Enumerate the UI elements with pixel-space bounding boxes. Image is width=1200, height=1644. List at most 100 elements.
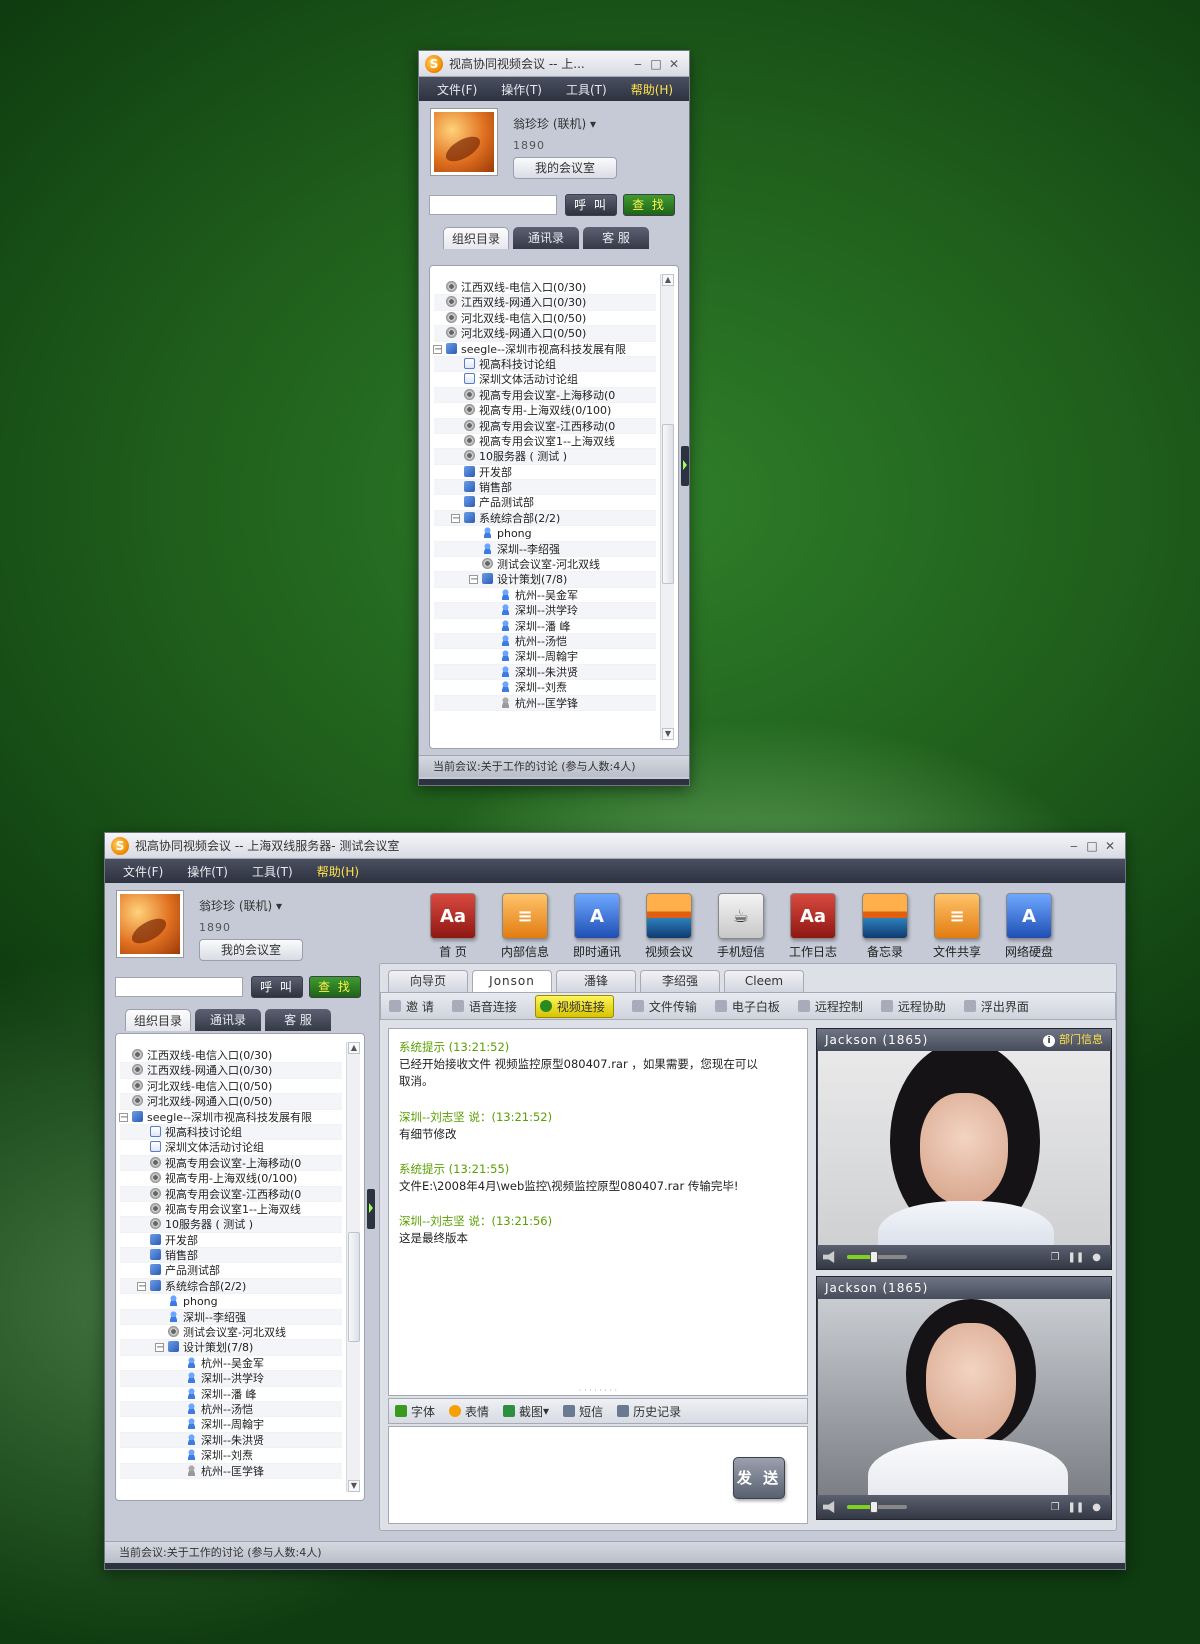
editor-tool-button[interactable]: 历史记录 [617,1403,681,1420]
search-input[interactable] [429,195,557,215]
video-feed[interactable] [818,1299,1110,1497]
menu-operate[interactable]: 操作(T) [489,81,554,98]
department-info-link[interactable]: 部门信息 [1043,1029,1103,1051]
editor-tool-button[interactable]: 字体 [395,1403,435,1420]
content-tab[interactable]: 向导页 [388,970,468,992]
toolbar-button[interactable]: ≡ 文件共享 [927,893,987,960]
tree-item[interactable]: 深圳--周翰宇 [120,1417,342,1433]
tree-item[interactable]: 测试会议室-河北双线 [434,557,656,573]
tree-item[interactable]: 杭州--匡学锋 [120,1463,342,1479]
collapse-toggle[interactable]: − [119,1112,128,1122]
volume-slider[interactable] [847,1251,907,1263]
toolbar-button[interactable]: ≡ 内部信息 [495,893,555,960]
scroll-up-icon[interactable]: ▲ [662,274,674,286]
volume-knob[interactable] [870,1501,878,1513]
collapse-toggle[interactable]: − [469,575,478,585]
toolbar-button[interactable]: Aa 首 页 [423,893,483,960]
tree-scrollbar[interactable]: ▲ ▼ [660,274,674,740]
volume-knob[interactable] [870,1251,878,1263]
tree-item[interactable]: 杭州--汤恺 [120,1401,342,1418]
send-button[interactable]: 发 送 [733,1457,785,1499]
tree-item[interactable]: 杭州--吴金军 [120,1356,342,1372]
scroll-down-icon[interactable]: ▼ [348,1480,360,1492]
pause-icon[interactable]: ❚❚ [1068,1502,1085,1513]
record-icon[interactable]: ● [1092,1502,1101,1513]
tree-scrollbar[interactable]: ▲ ▼ [346,1042,360,1492]
tree-item[interactable]: − 系统综合部(2/2) [120,1278,342,1295]
menu-tools[interactable]: 工具(T) [554,81,619,98]
menu-help[interactable]: 帮助(H) [619,81,685,98]
tree-item[interactable]: 深圳--刘焘 [434,680,656,696]
scroll-thumb[interactable] [662,424,674,584]
tree-item[interactable]: 杭州--汤恺 [434,633,656,650]
action-button[interactable]: 远程协助 [880,998,946,1015]
splitter-handle[interactable]: · · · · · · · · [389,1387,807,1395]
call-button[interactable]: 呼 叫 [251,976,303,998]
volume-icon[interactable] [823,1501,835,1513]
action-button[interactable]: 语音连接 [451,998,517,1015]
my-meeting-room-button[interactable]: 我的会议室 [513,157,617,179]
action-button[interactable]: 视频连接 [534,994,614,1018]
toolbar-button[interactable]: 视频会议 [639,893,699,960]
close-button[interactable]: ✕ [1103,839,1117,853]
tree-item[interactable]: 深圳--朱洪贤 [120,1432,342,1449]
action-button[interactable]: 远程控制 [797,998,863,1015]
call-button[interactable]: 呼 叫 [565,194,617,216]
collapse-toggle[interactable]: − [137,1281,146,1291]
tree-item[interactable]: 视高专用-上海双线(0/100) [434,403,656,419]
minimize-button[interactable]: ‒ [631,57,645,71]
tree-item[interactable]: 视高专用会议室-上海移动(0 [120,1155,342,1172]
editor-tool-button[interactable]: 表情 [449,1403,489,1420]
avatar[interactable] [117,891,183,957]
close-button[interactable]: ✕ [667,57,681,71]
find-button[interactable]: 查 找 [623,194,675,216]
user-status-dropdown[interactable]: 翁珍珍 (联机) ▾ [199,897,282,914]
tree-item[interactable]: 深圳--周翰宇 [434,649,656,665]
action-button[interactable]: 浮出界面 [963,998,1029,1015]
tree-item[interactable]: 视高专用会议室1--上海双线 [120,1202,342,1218]
tree-item[interactable]: 10服务器 ( 测试 ) [120,1217,342,1233]
chat-log[interactable]: 系统提示 (13:21:52) 已经开始接收文件 视频监控原型080407.rar… [388,1028,808,1396]
toolbar-button[interactable]: A 即时通讯 [567,893,627,960]
tree-item[interactable]: 视高专用会议室-江西移动(0 [434,418,656,434]
tree-item[interactable]: 视高专用会议室-上海移动(0 [434,387,656,404]
content-tab[interactable]: 李绍强 [640,970,720,992]
maximize-button[interactable]: □ [1085,839,1099,853]
tree-item[interactable]: − 设计策划(7/8) [120,1340,342,1356]
tree-item[interactable]: 深圳文体活动讨论组 [434,372,656,388]
content-tab[interactable]: 潘锋 [556,970,636,992]
content-tab[interactable]: Cleem [724,970,804,992]
tree-item[interactable]: 深圳--洪学玲 [120,1371,342,1387]
menu-operate[interactable]: 操作(T) [175,863,240,880]
tree-item[interactable]: 视高专用会议室1--上海双线 [434,434,656,450]
tree-item[interactable]: 销售部 [120,1248,342,1264]
tree-item[interactable]: 江西双线-电信入口(0/30) [120,1048,342,1064]
tree-item[interactable]: 开发部 [120,1233,342,1249]
tree-item[interactable]: 深圳文体活动讨论组 [120,1140,342,1156]
collapse-toggle[interactable]: − [155,1343,164,1353]
toolbar-button[interactable]: ☕ 手机短信 [711,893,771,960]
scroll-up-icon[interactable]: ▲ [348,1042,360,1054]
tree-item[interactable]: 视高科技讨论组 [434,356,656,373]
tab-contacts[interactable]: 通讯录 [195,1009,261,1031]
user-status-dropdown[interactable]: 翁珍珍 (联机) ▾ [513,115,596,132]
tab-org-directory[interactable]: 组织目录 [125,1009,191,1031]
tab-customer-service[interactable]: 客 服 [583,227,649,249]
editor-tool-button[interactable]: 截图 ▾ [503,1403,549,1420]
tree-item[interactable]: 销售部 [434,480,656,496]
content-tab[interactable]: Jonson [472,970,552,992]
tree-item[interactable]: 江西双线-网通入口(0/30) [434,295,656,311]
tab-contacts[interactable]: 通讯录 [513,227,579,249]
title-bar[interactable]: S 视高协同视频会议 -- 上... ‒ □ ✕ [419,51,689,77]
tree-item[interactable]: 深圳--潘 峰 [120,1387,342,1402]
action-button[interactable]: 邀 请 [389,998,434,1015]
minimize-button[interactable]: ‒ [1067,839,1081,853]
tree-item[interactable]: − seegle--深圳市视高科技发展有限 [119,1110,342,1125]
menu-tools[interactable]: 工具(T) [240,863,305,880]
editor-tool-button[interactable]: 短信 [563,1403,603,1420]
maximize-button[interactable]: □ [649,57,663,71]
tree-item[interactable]: 视高科技讨论组 [120,1124,342,1141]
tree-item[interactable]: 河北双线-网通入口(0/50) [434,326,656,342]
scroll-thumb[interactable] [348,1232,360,1342]
menu-file[interactable]: 文件(F) [425,81,489,98]
